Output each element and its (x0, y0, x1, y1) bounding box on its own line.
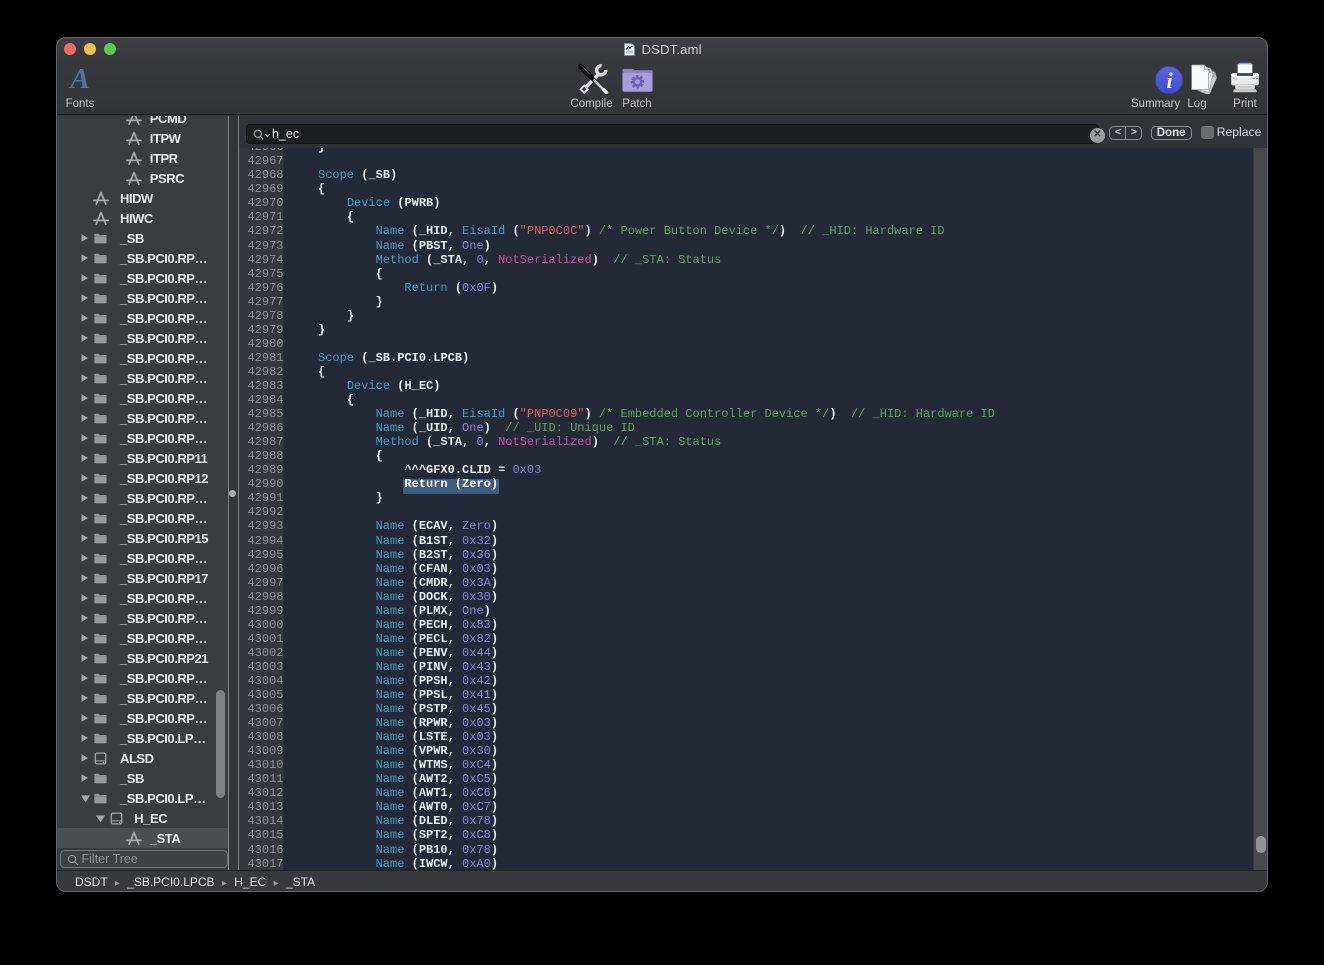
svg-text:i: i (1167, 68, 1174, 93)
